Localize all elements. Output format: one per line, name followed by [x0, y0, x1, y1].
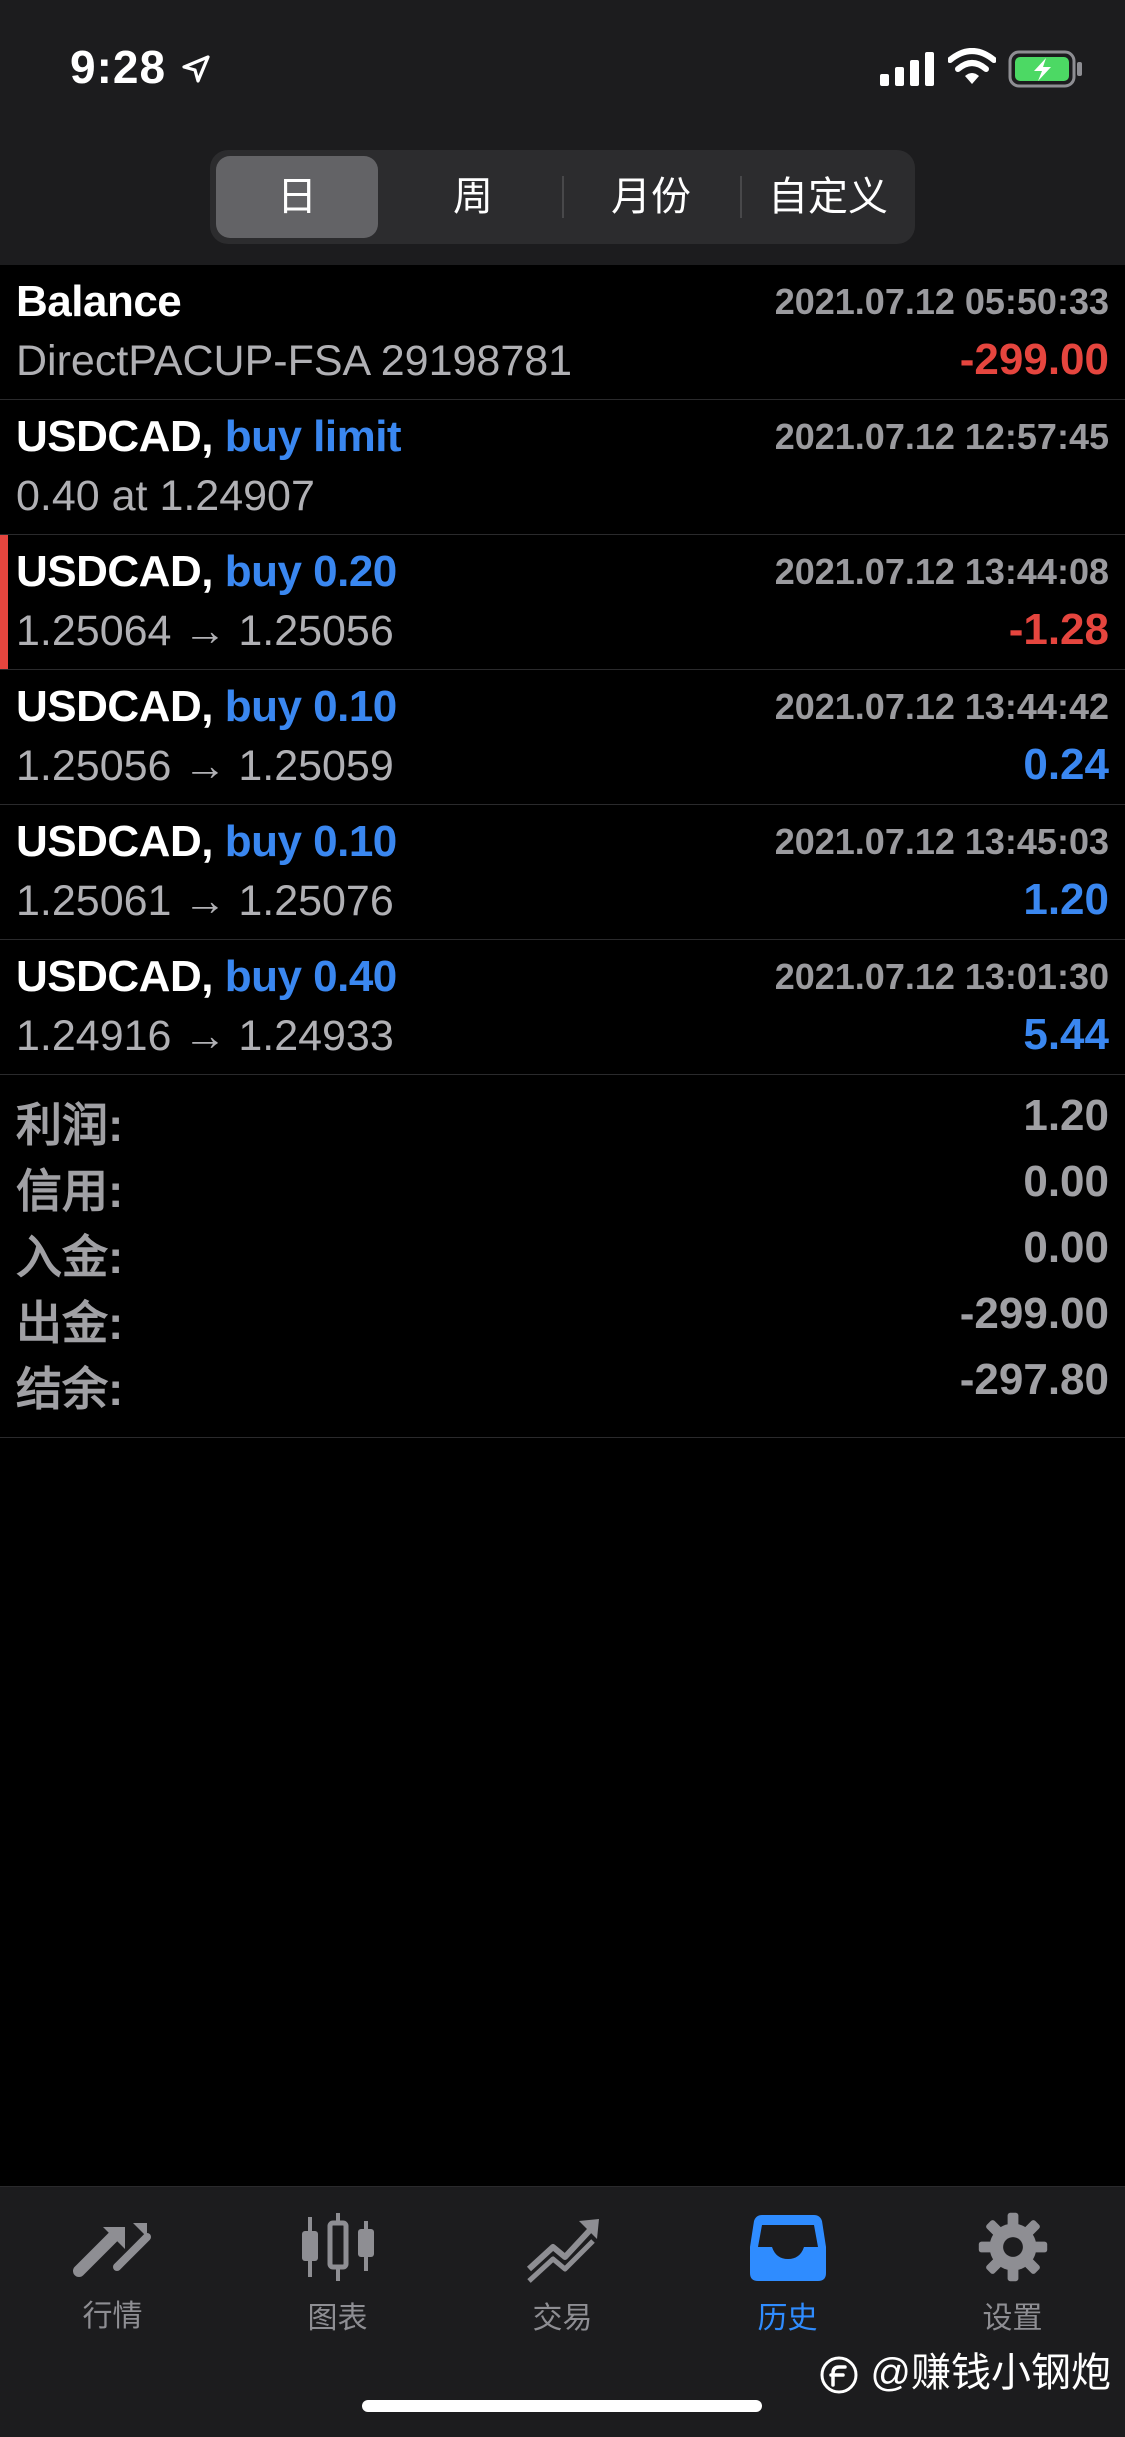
tab-settings[interactable]: 设置	[900, 2211, 1125, 2361]
tab-trade[interactable]: 交易	[450, 2211, 675, 2361]
settings-gear-icon	[978, 2212, 1047, 2282]
watermark-text: @赚钱小钢炮	[870, 2351, 1111, 2395]
summary-value: -299.00	[959, 1289, 1109, 1338]
row-symbol: USDCAD,	[16, 682, 213, 731]
row-action: buy 0.20	[224, 547, 398, 596]
summary-row-withdrawal: 出金: -299.00	[0, 1283, 1125, 1349]
segment-divider	[740, 176, 742, 218]
tab-charts[interactable]: 图表	[225, 2211, 450, 2361]
row-detail: 1.25061 → 1.25076	[16, 877, 394, 925]
account-summary: 利润: 1.20 信用: 0.00 入金: 0.00 出金: -299.00 结…	[0, 1075, 1125, 1438]
summary-value: 0.00	[1023, 1223, 1109, 1272]
cellular-signal-icon	[880, 52, 934, 86]
trade-trend-icon	[526, 2219, 599, 2283]
summary-value: 1.20	[1023, 1091, 1109, 1140]
history-row[interactable]: USDCAD, buy 0.20 2021.07.12 13:44:08 1.2…	[0, 535, 1125, 670]
segment-custom[interactable]: 自定义	[747, 156, 909, 238]
row-amount: 5.44	[1023, 1010, 1109, 1059]
location-arrow-icon	[182, 55, 210, 83]
summary-value: -297.80	[959, 1355, 1109, 1404]
row-detail: DirectPACUP-FSA 29198781	[16, 337, 573, 385]
home-indicator[interactable]	[362, 2400, 762, 2412]
summary-label: 利润:	[16, 1099, 124, 1151]
watermark: @赚钱小钢炮	[819, 2340, 1111, 2398]
summary-row-credit: 信用: 0.00	[0, 1151, 1125, 1217]
row-time: 2021.07.12 05:50:33	[774, 281, 1109, 322]
row-action: buy limit	[224, 412, 402, 461]
row-title: USDCAD, buy 0.20	[16, 547, 397, 597]
tab-label: 设置	[982, 2302, 1043, 2335]
weibo-logo-icon	[820, 2356, 858, 2394]
history-row[interactable]: USDCAD, buy 0.40 2021.07.12 13:01:30 1.2…	[0, 940, 1125, 1075]
tab-label: 图表	[307, 2302, 368, 2335]
segment-month[interactable]: 月份	[570, 156, 732, 238]
tab-quotes[interactable]: 行情	[0, 2211, 225, 2361]
row-time: 2021.07.12 12:57:45	[774, 416, 1109, 457]
row-time: 2021.07.12 13:01:30	[774, 956, 1109, 997]
segment-week[interactable]: 周	[392, 156, 554, 238]
history-row[interactable]: USDCAD, buy 0.10 2021.07.12 13:45:03 1.2…	[0, 805, 1125, 940]
history-row[interactable]: Balance 2021.07.12 05:50:33 DirectPACUP-…	[0, 265, 1125, 400]
status-time: 9:28	[70, 41, 167, 93]
row-detail: 0.40 at 1.24907	[16, 472, 315, 520]
summary-label: 信用:	[16, 1165, 124, 1217]
summary-row-deposit: 入金: 0.00	[0, 1217, 1125, 1283]
row-symbol: Balance	[16, 277, 182, 326]
segment-day[interactable]: 日	[216, 156, 378, 238]
row-symbol: USDCAD,	[16, 412, 213, 461]
row-action: buy 0.40	[224, 952, 398, 1001]
row-amount: -299.00	[959, 335, 1109, 384]
top-area: 9:28 日 周 月份 自定义	[0, 0, 1125, 265]
row-title: USDCAD, buy limit	[16, 412, 402, 462]
row-symbol: USDCAD,	[16, 817, 213, 866]
battery-charging-icon	[1008, 50, 1082, 88]
selected-row-marker	[0, 535, 8, 669]
summary-label: 结余:	[16, 1363, 124, 1415]
row-amount: -1.28	[1008, 605, 1109, 654]
history-row[interactable]: USDCAD, buy 0.10 2021.07.12 13:44:42 1.2…	[0, 670, 1125, 805]
history-list: Balance 2021.07.12 05:50:33 DirectPACUP-…	[0, 265, 1125, 1438]
row-title: USDCAD, buy 0.40	[16, 952, 397, 1002]
row-detail: 1.25056 → 1.25059	[16, 742, 394, 790]
wifi-icon	[948, 48, 996, 84]
summary-row-profit: 利润: 1.20	[0, 1085, 1125, 1151]
row-amount: 1.20	[1023, 875, 1109, 924]
tab-label: 交易	[532, 2302, 593, 2335]
row-time: 2021.07.12 13:45:03	[774, 821, 1109, 862]
status-bar: 9:28	[0, 0, 1125, 130]
row-symbol: USDCAD,	[16, 547, 213, 596]
period-segmented-control: 日 周 月份 自定义	[210, 150, 915, 244]
summary-label: 出金:	[16, 1297, 124, 1349]
row-amount: 0.24	[1023, 740, 1109, 789]
summary-value: 0.00	[1023, 1157, 1109, 1206]
row-action: buy 0.10	[224, 682, 398, 731]
summary-label: 入金:	[16, 1231, 124, 1283]
tab-label: 行情	[82, 2300, 143, 2333]
row-detail: 1.24916 → 1.24933	[16, 1012, 394, 1060]
row-symbol: USDCAD,	[16, 952, 213, 1001]
summary-row-balance: 结余: -297.80	[0, 1349, 1125, 1415]
tab-label: 历史	[757, 2302, 818, 2335]
row-title: USDCAD, buy 0.10	[16, 817, 397, 867]
history-inbox-icon	[749, 2215, 826, 2281]
quotes-arrows-icon	[72, 2223, 151, 2277]
row-time: 2021.07.12 13:44:08	[774, 551, 1109, 592]
history-row[interactable]: USDCAD, buy limit 2021.07.12 12:57:45 0.…	[0, 400, 1125, 535]
row-detail: 1.25064 → 1.25056	[16, 607, 394, 655]
row-time: 2021.07.12 13:44:42	[774, 686, 1109, 727]
segment-divider	[562, 176, 564, 218]
row-title: Balance	[16, 277, 182, 327]
row-title: USDCAD, buy 0.10	[16, 682, 397, 732]
tab-history[interactable]: 历史	[675, 2211, 900, 2361]
candlestick-chart-icon	[301, 2213, 374, 2281]
row-action: buy 0.10	[224, 817, 398, 866]
